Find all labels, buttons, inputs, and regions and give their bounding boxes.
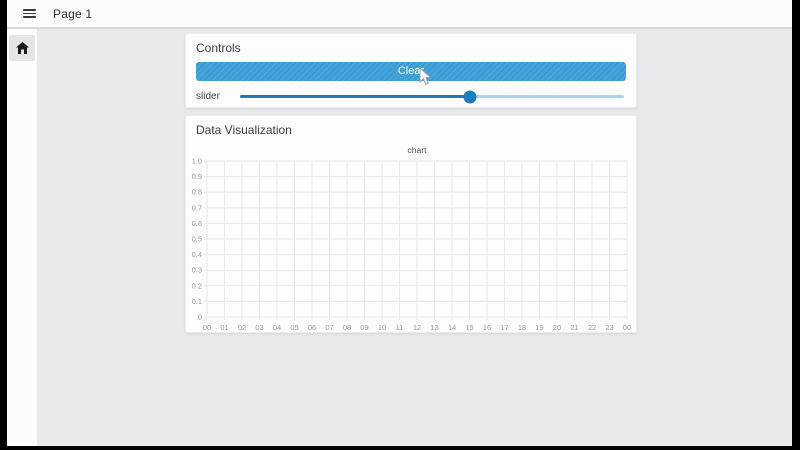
clear-button[interactable]: Clear (196, 62, 626, 81)
svg-text:chart: chart (408, 145, 428, 155)
svg-text:15: 15 (465, 323, 473, 332)
svg-text:02: 02 (238, 323, 246, 332)
viz-card-title: Data Visualization (196, 123, 292, 137)
slider-fill (240, 95, 471, 98)
svg-text:14: 14 (448, 323, 456, 332)
svg-text:1.0: 1.0 (192, 157, 202, 166)
svg-text:13: 13 (430, 323, 438, 332)
svg-text:23: 23 (605, 323, 613, 332)
svg-text:07: 07 (325, 323, 333, 332)
svg-text:00: 00 (203, 323, 211, 332)
svg-text:0.4: 0.4 (192, 250, 202, 259)
svg-text:03: 03 (255, 323, 263, 332)
svg-text:22: 22 (588, 323, 596, 332)
page-title: Page 1 (53, 6, 93, 21)
svg-text:01: 01 (220, 323, 228, 332)
sidebar (7, 29, 37, 446)
svg-text:0.9: 0.9 (192, 172, 202, 181)
svg-text:18: 18 (518, 323, 526, 332)
menu-icon[interactable] (23, 9, 36, 18)
svg-text:0.3: 0.3 (192, 266, 202, 275)
home-icon (15, 42, 29, 54)
svg-text:19: 19 (535, 323, 543, 332)
slider-label: slider (196, 91, 220, 102)
svg-text:05: 05 (290, 323, 298, 332)
svg-text:0.8: 0.8 (192, 188, 202, 197)
sidebar-item-home[interactable] (9, 35, 35, 61)
svg-text:0.2: 0.2 (192, 281, 202, 290)
svg-text:08: 08 (343, 323, 351, 332)
svg-text:09: 09 (360, 323, 368, 332)
app-window: Page 1 Controls Clear slider Data Visual… (7, 0, 792, 446)
slider-row: slider (196, 90, 626, 103)
slider-handle[interactable] (463, 90, 477, 103)
svg-text:12: 12 (413, 323, 421, 332)
controls-card: Controls Clear slider (185, 33, 637, 108)
svg-text:00: 00 (623, 323, 631, 332)
screen: Page 1 Controls Clear slider Data Visual… (0, 0, 800, 450)
svg-text:0.5: 0.5 (192, 235, 202, 244)
slider[interactable] (240, 90, 624, 103)
chart[interactable]: chart 1.0 0.9 0.8 0.7 0.6 0.5 0.4 0.3 0.2 0.1 0 00 01… (186, 142, 638, 334)
svg-text:0.7: 0.7 (192, 203, 202, 212)
main-content: Controls Clear slider Data Visualization… (37, 29, 792, 446)
svg-text:21: 21 (570, 323, 578, 332)
svg-text:04: 04 (273, 323, 281, 332)
svg-text:0.1: 0.1 (192, 297, 202, 306)
controls-card-title: Controls (196, 41, 241, 55)
svg-text:16: 16 (483, 323, 491, 332)
data-visualization-card: Data Visualization chart 1.0 0.9 0.8 0.7 0.6 0… (185, 115, 637, 333)
svg-text:11: 11 (396, 323, 404, 332)
svg-text:06: 06 (308, 323, 316, 332)
svg-text:0: 0 (198, 313, 202, 322)
svg-text:0.6: 0.6 (192, 219, 202, 228)
svg-text:17: 17 (500, 323, 508, 332)
svg-text:10: 10 (378, 323, 386, 332)
top-bar: Page 1 (7, 0, 792, 29)
svg-text:20: 20 (553, 323, 561, 332)
